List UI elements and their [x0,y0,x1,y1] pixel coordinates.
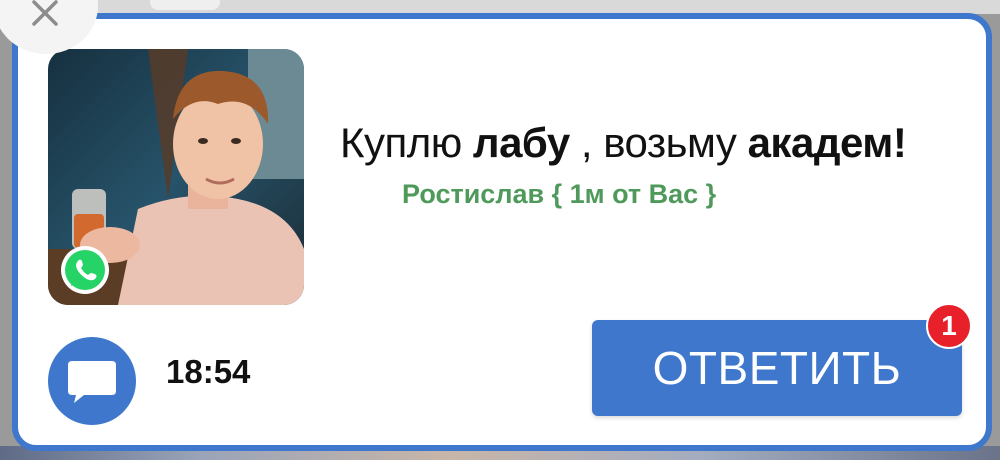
message-part-4: академ! [747,119,907,166]
whatsapp-icon [61,246,109,294]
avatar [48,49,304,305]
close-icon [32,0,58,26]
message-part-2: лабу [472,119,570,166]
sender-info: Ростислав { 1м от Вас } [402,179,717,209]
unread-badge: 1 [926,303,972,349]
message-time: 18:54 [166,353,251,390]
notification-card[interactable]: Куплю лабу , возьму академ! Ростислав { … [12,13,992,451]
reply-button[interactable]: ОТВЕТИТЬ [592,320,962,416]
message-text: Куплю лабу , возьму академ! [340,119,907,167]
message-part-3: , возьму [569,119,748,166]
background-tab [150,0,220,10]
message-part-1: Куплю [340,119,473,166]
chat-bubble-icon[interactable] [48,337,136,425]
